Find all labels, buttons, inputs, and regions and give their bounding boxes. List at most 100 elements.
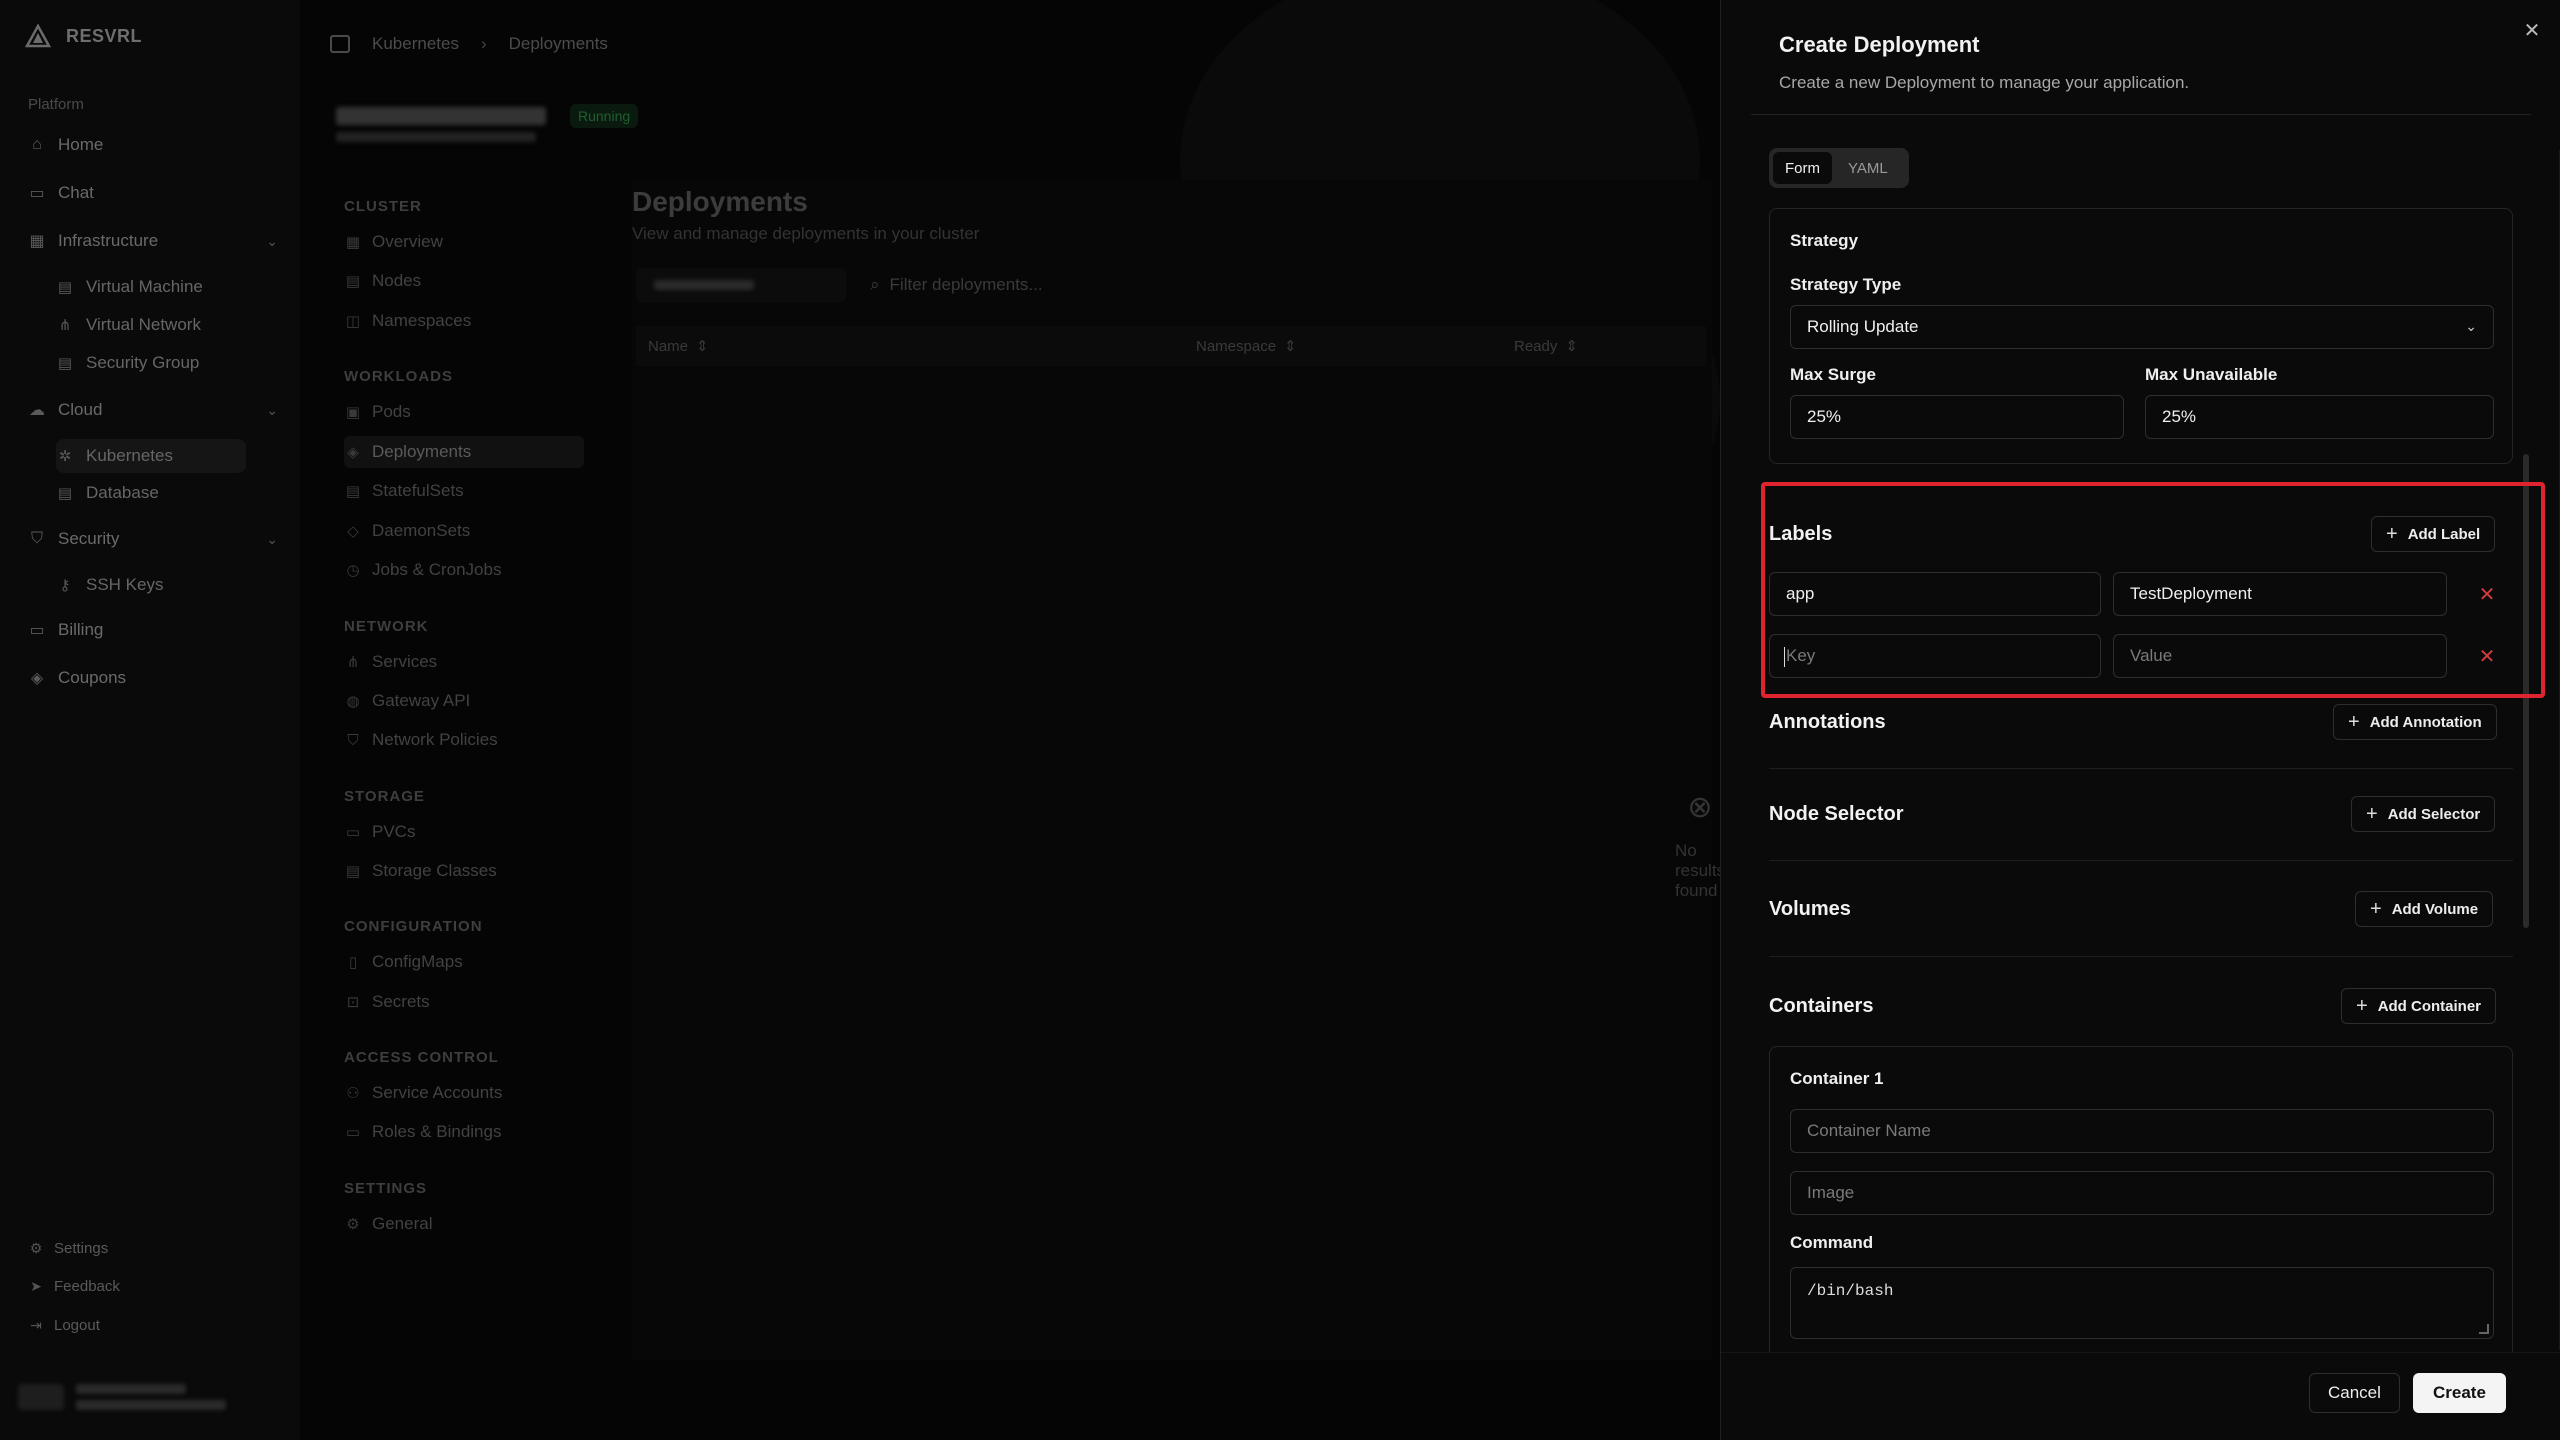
- sidebar-item-billing[interactable]: ▭ Billing: [28, 613, 278, 647]
- tab-form[interactable]: Form: [1773, 152, 1832, 184]
- nav-item-network-policies[interactable]: ⛉ Network Policies: [344, 724, 584, 756]
- button-label: Add Container: [2377, 997, 2482, 1015]
- sidebar-bottom-label: Logout: [54, 1317, 100, 1334]
- sidebar-item-infrastructure[interactable]: ▦ Infrastructure ⌄: [28, 224, 278, 258]
- nav-item-label: Jobs & CronJobs: [372, 560, 502, 579]
- brand[interactable]: RESVRL: [24, 22, 142, 50]
- sidebar-item-ssh-keys[interactable]: ⚷ SSH Keys: [56, 568, 246, 602]
- close-button[interactable]: ✕: [2518, 16, 2546, 44]
- sidebar-group-label: Platform: [28, 96, 84, 113]
- command-textarea[interactable]: /bin/bash: [1790, 1267, 2494, 1339]
- clock-icon: ◷: [346, 562, 360, 579]
- sidebar-item-security[interactable]: ⛉ Security ⌄: [28, 522, 278, 556]
- max-unavailable-label: Max Unavailable: [2145, 365, 2278, 384]
- add-annotation-button[interactable]: + Add Annotation: [2333, 704, 2497, 740]
- chevron-down-icon: ⌄: [266, 232, 278, 249]
- sidebar-item-virtual-machine[interactable]: ▤ Virtual Machine: [56, 270, 246, 304]
- filter-input[interactable]: ⌕ Filter deployments...: [856, 268, 1336, 302]
- nav-item-daemonsets[interactable]: ◇ DaemonSets: [344, 515, 584, 547]
- main-area: Kubernetes › Deployments Running CLUSTER…: [300, 0, 1725, 1440]
- strategy-type-select[interactable]: Rolling Update ⌄: [1790, 305, 2494, 349]
- nav-item-label: StatefulSets: [372, 481, 464, 500]
- nav-item-roles-bindings[interactable]: ▭ Roles & Bindings: [344, 1116, 584, 1148]
- breadcrumb-item-kubernetes[interactable]: Kubernetes: [372, 34, 459, 54]
- strategy-title: Strategy: [1790, 231, 1859, 250]
- sheet-description: Create a new Deployment to manage your a…: [1779, 73, 2190, 92]
- sidebar-item-home[interactable]: ⌂ Home: [28, 128, 278, 162]
- max-unavailable-input[interactable]: 25%: [2145, 395, 2494, 439]
- add-selector-button[interactable]: + Add Selector: [2351, 796, 2496, 832]
- sidebar-item-chat[interactable]: ▭ Chat: [28, 176, 278, 210]
- sidebar-settings[interactable]: ⚙ Settings: [28, 1240, 108, 1257]
- sidebar-logout[interactable]: ⇥ Logout: [28, 1317, 100, 1334]
- nav-item-nodes[interactable]: ▤ Nodes: [344, 265, 584, 297]
- column-ready[interactable]: Ready ⇕: [1514, 337, 1578, 356]
- nav-item-secrets[interactable]: ⊡ Secrets: [344, 986, 584, 1018]
- logout-icon: ⇥: [30, 1317, 42, 1333]
- user-menu[interactable]: [18, 1384, 226, 1410]
- nav-item-services[interactable]: ⋔ Services: [344, 646, 584, 678]
- container-name-input[interactable]: Container Name: [1790, 1109, 2494, 1153]
- server-icon: ▤: [345, 273, 361, 290]
- chevron-down-icon: ⌄: [266, 530, 278, 547]
- nav-item-deployments[interactable]: ◈ Deployments: [344, 436, 584, 468]
- divider: [1769, 768, 2513, 769]
- nav-item-storage-classes[interactable]: ▤ Storage Classes: [344, 855, 584, 887]
- nav-section-workloads: WORKLOADS: [344, 368, 453, 385]
- create-button[interactable]: Create: [2413, 1373, 2506, 1413]
- nav-item-label: ConfigMaps: [372, 952, 463, 971]
- nav-item-statefulsets[interactable]: ▤ StatefulSets: [344, 475, 584, 507]
- containers-title: Containers: [1769, 995, 1874, 1017]
- resize-handle-icon[interactable]: [2479, 1324, 2489, 1334]
- home-icon: ⌂: [32, 136, 42, 153]
- sidebar-item-database[interactable]: ▤ Database: [56, 476, 246, 510]
- column-namespace[interactable]: Namespace ⇕: [1196, 337, 1297, 356]
- namespace-select[interactable]: [636, 268, 846, 302]
- container-image-placeholder: Image: [1807, 1183, 1855, 1202]
- sidebar-item-coupons[interactable]: ◈ Coupons: [28, 661, 278, 695]
- container-image-input[interactable]: Image: [1790, 1171, 2494, 1215]
- nav-item-configmaps[interactable]: ▯ ConfigMaps: [344, 946, 584, 978]
- column-label: Namespace: [1196, 337, 1277, 355]
- command-label: Command: [1790, 1233, 1874, 1252]
- nav-section-network: NETWORK: [344, 618, 429, 635]
- add-container-button[interactable]: + Add Container: [2341, 988, 2497, 1024]
- plus-icon: +: [2370, 897, 2382, 920]
- empty-state: ⊗ No results found: [1675, 790, 1725, 901]
- nav-item-label: Roles & Bindings: [372, 1122, 502, 1141]
- sidebar-item-kubernetes[interactable]: ✲ Kubernetes: [56, 439, 246, 473]
- server-icon: ▤: [57, 279, 73, 296]
- nav-section-configuration: CONFIGURATION: [344, 918, 483, 935]
- add-volume-button[interactable]: + Add Volume: [2355, 891, 2494, 927]
- nav-item-namespaces[interactable]: ◫ Namespaces: [344, 305, 584, 337]
- nav-item-service-accounts[interactable]: ⚇ Service Accounts: [344, 1077, 584, 1109]
- sidebar-feedback[interactable]: ➤ Feedback: [28, 1278, 120, 1295]
- nav-item-pods[interactable]: ▣ Pods: [344, 396, 584, 428]
- node-selector-title: Node Selector: [1769, 803, 1904, 825]
- mode-toggle: Form YAML: [1769, 148, 1909, 188]
- sidebar-item-label: Security Group: [86, 353, 200, 372]
- nav-item-overview[interactable]: ▦ Overview: [344, 226, 584, 258]
- nav-item-general[interactable]: ⚙ General: [344, 1208, 584, 1240]
- chat-icon: ▭: [29, 185, 45, 202]
- nav-item-jobs-cronjobs[interactable]: ◷ Jobs & CronJobs: [344, 554, 584, 586]
- max-surge-input[interactable]: 25%: [1790, 395, 2124, 439]
- sidebar-item-cloud[interactable]: ☁ Cloud ⌄: [28, 393, 278, 427]
- column-name[interactable]: Name ⇕: [648, 337, 709, 356]
- nav-section-access-control: ACCESS CONTROL: [344, 1049, 499, 1066]
- sidebar-item-label: Security: [58, 529, 120, 548]
- nav-item-label: Storage Classes: [372, 861, 497, 880]
- tab-yaml[interactable]: YAML: [1836, 152, 1900, 184]
- avatar: [18, 1384, 64, 1410]
- filter-placeholder: Filter deployments...: [889, 275, 1043, 294]
- nav-item-label: Services: [372, 652, 438, 671]
- max-surge-value: 25%: [1807, 407, 1842, 426]
- sidebar-item-virtual-network[interactable]: ⋔ Virtual Network: [56, 308, 246, 342]
- cancel-button[interactable]: Cancel: [2309, 1373, 2400, 1413]
- sidebar-item-security-group[interactable]: ▤ Security Group: [56, 346, 246, 380]
- user-icon: ⚇: [346, 1085, 360, 1102]
- nav-item-pvcs[interactable]: ▭ PVCs: [344, 816, 584, 848]
- sidebar-toggle-icon[interactable]: [330, 35, 350, 53]
- nav-item-gateway-api[interactable]: ◍ Gateway API: [344, 685, 584, 717]
- lock-icon: ⊡: [346, 994, 360, 1011]
